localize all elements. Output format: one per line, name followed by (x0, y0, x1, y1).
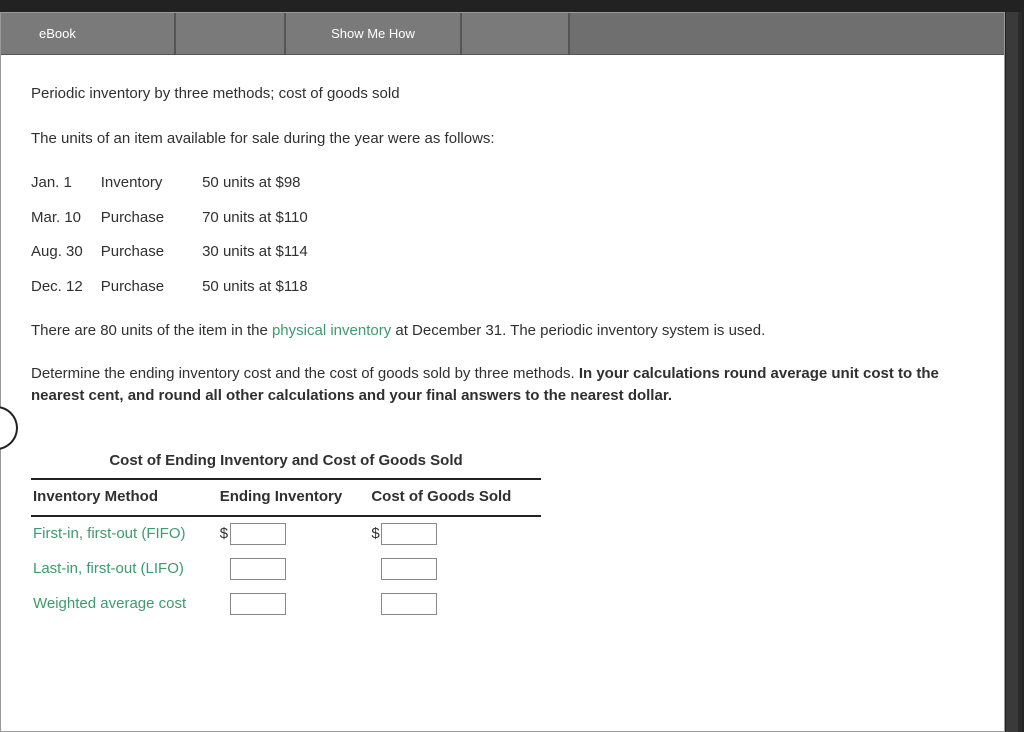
cell-date: Mar. 10 (31, 201, 101, 236)
cell-ending-inventory (218, 552, 370, 587)
cell-detail: 30 units at $114 (182, 235, 326, 270)
cell-cogs (369, 587, 541, 622)
method-fifo: First-in, first-out (FIFO) (31, 516, 218, 552)
problem-title: Periodic inventory by three methods; cos… (31, 83, 974, 106)
physical-inventory-sentence: There are 80 units of the item in the ph… (31, 320, 974, 343)
inventory-availability-table: Jan. 1 Inventory 50 units at $98 Mar. 10… (31, 166, 326, 304)
table-row: Mar. 10 Purchase 70 units at $110 (31, 201, 326, 236)
table-row: First-in, first-out (FIFO) $ $ (31, 516, 541, 552)
col-header-cogs: Cost of Goods Sold (369, 480, 541, 516)
problem-content: Periodic inventory by three methods; cos… (1, 55, 1004, 632)
cell-date: Aug. 30 (31, 235, 101, 270)
text-fragment: Determine the ending inventory cost and … (31, 365, 579, 382)
tab-ebook[interactable]: eBook (1, 13, 176, 54)
cell-date: Jan. 1 (31, 166, 101, 201)
cell-detail: 50 units at $98 (182, 166, 326, 201)
cell-detail: 50 units at $118 (182, 270, 326, 305)
cell-ending-inventory (218, 587, 370, 622)
answer-table: Inventory Method Ending Inventory Cost o… (31, 480, 541, 622)
table-row: Jan. 1 Inventory 50 units at $98 (31, 166, 326, 201)
text-fragment: at December 31. The periodic inventory s… (391, 322, 765, 339)
cell-cogs (369, 552, 541, 587)
input-lifo-cogs[interactable] (381, 558, 437, 580)
dollar-sign: $ (220, 523, 230, 546)
content-frame: eBook Show Me How Periodic inventory by … (0, 12, 1005, 732)
input-wavg-ending[interactable] (230, 593, 286, 615)
method-lifo: Last-in, first-out (LIFO) (31, 552, 218, 587)
tab-show-me-how[interactable]: Show Me How (286, 13, 462, 54)
cell-date: Dec. 12 (31, 270, 101, 305)
lead-sentence: The units of an item available for sale … (31, 128, 974, 151)
cell-ending-inventory: $ (218, 516, 370, 552)
table-row: Dec. 12 Purchase 50 units at $118 (31, 270, 326, 305)
col-header-method: Inventory Method (31, 480, 218, 516)
col-header-ending-inventory: Ending Inventory (218, 480, 370, 516)
cell-type: Purchase (101, 270, 182, 305)
dollar-sign: $ (371, 523, 381, 546)
text-fragment: There are 80 units of the item in the (31, 322, 272, 339)
frame-shadow (1006, 12, 1018, 732)
input-lifo-ending[interactable] (230, 558, 286, 580)
cell-cogs: $ (369, 516, 541, 552)
tab-spacer (176, 13, 286, 54)
cell-type: Purchase (101, 235, 182, 270)
cell-type: Inventory (101, 166, 182, 201)
instruction-sentence: Determine the ending inventory cost and … (31, 363, 974, 408)
table-header-row: Inventory Method Ending Inventory Cost o… (31, 480, 541, 516)
table-row: Weighted average cost (31, 587, 541, 622)
method-weighted-avg: Weighted average cost (31, 587, 218, 622)
input-fifo-cogs[interactable] (381, 523, 437, 545)
cell-type: Purchase (101, 201, 182, 236)
cell-detail: 70 units at $110 (182, 201, 326, 236)
vertical-scrollbar[interactable] (1018, 12, 1022, 732)
table-row: Aug. 30 Purchase 30 units at $114 (31, 235, 326, 270)
table-row: Last-in, first-out (LIFO) (31, 552, 541, 587)
input-fifo-ending[interactable] (230, 523, 286, 545)
tab-remainder (570, 13, 1004, 54)
answer-section: Cost of Ending Inventory and Cost of Goo… (31, 446, 541, 622)
tab-bar: eBook Show Me How (1, 13, 1004, 55)
tab-spacer (462, 13, 570, 54)
answer-table-title: Cost of Ending Inventory and Cost of Goo… (31, 446, 541, 481)
input-wavg-cogs[interactable] (381, 593, 437, 615)
term-physical-inventory[interactable]: physical inventory (272, 322, 391, 339)
